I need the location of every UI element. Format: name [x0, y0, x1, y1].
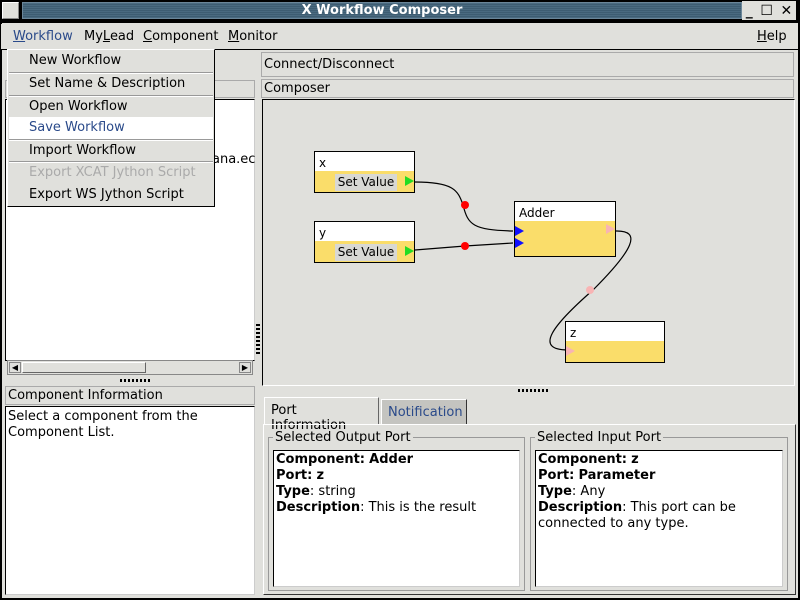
tab-port-information[interactable]: Port Information: [264, 397, 379, 433]
output-component-value: Adder: [369, 452, 414, 467]
output-port-value: z: [316, 468, 325, 483]
maximize-icon[interactable]: ☐: [760, 3, 773, 19]
tab-notification[interactable]: Notification: [381, 399, 467, 424]
menu-item-new-workflow[interactable]: New Workflow: [9, 50, 213, 72]
node-title: y: [315, 222, 414, 241]
output-port-legend: Selected Output Port: [273, 430, 413, 445]
close-icon[interactable]: ✕: [780, 3, 792, 19]
menu-bar: Workflow MyLead Component Monitor Help: [1, 24, 798, 50]
window-menu-button[interactable]: [2, 2, 19, 19]
vertical-split-grip[interactable]: [256, 324, 260, 356]
left-split-grip[interactable]: [120, 379, 152, 382]
window-controls: _ ☐ ✕: [742, 1, 796, 20]
menu-item-export-ws-jython[interactable]: Export WS Jython Script: [9, 184, 213, 206]
input-port-value: Parameter: [578, 468, 656, 483]
composer-canvas[interactable]: x Set Value y Set Value Adder z: [262, 99, 795, 386]
selected-output-port-group: Selected Output Port Component: Adder Po…: [268, 430, 525, 591]
window-title: X Workflow Composer: [301, 3, 463, 18]
port-information-panel: Selected Output Port Component: Adder Po…: [263, 424, 796, 595]
menu-item-save-workflow[interactable]: Save Workflow: [9, 117, 213, 139]
menu-item-export-xcat-jython: Export XCAT Jython Script: [29, 165, 196, 180]
node-adder[interactable]: Adder: [514, 201, 616, 257]
menu-item-import-workflow[interactable]: Import Workflow: [9, 140, 213, 162]
set-value-button[interactable]: Set Value: [335, 244, 397, 261]
input-type-value: : Any: [571, 484, 606, 499]
connect-disconnect-label: Connect/Disconnect: [264, 57, 395, 72]
output-type-value: : string: [309, 484, 356, 499]
input-port-icon[interactable]: [566, 346, 575, 356]
output-port-icon[interactable]: [606, 224, 615, 234]
component-info-text: Select a component from the Component Li…: [5, 406, 255, 595]
input-port-icon[interactable]: [515, 238, 524, 248]
connection-midpoint-handle[interactable]: [461, 201, 469, 209]
input-component-label: Component:: [538, 452, 627, 467]
set-value-button[interactable]: Set Value: [335, 174, 397, 191]
output-type-label: Type: [276, 484, 310, 499]
node-x[interactable]: x Set Value: [314, 151, 415, 193]
menu-help[interactable]: Help: [757, 29, 787, 44]
menu-component[interactable]: Component: [143, 29, 218, 44]
output-component-label: Component:: [276, 452, 365, 467]
node-y[interactable]: y Set Value: [314, 221, 415, 263]
output-port-icon[interactable]: [405, 246, 414, 256]
input-port-details: Component: z Port: Parameter Type: Any D…: [535, 450, 783, 587]
connect-disconnect-button[interactable]: Connect/Disconnect: [261, 52, 794, 77]
title-bar[interactable]: X Workflow Composer _ ☐ ✕: [0, 0, 800, 22]
output-desc-value: : This is the result: [360, 500, 477, 515]
selected-input-port-group: Selected Input Port Component: z Port: P…: [530, 430, 788, 591]
input-component-value: z: [631, 452, 639, 467]
scroll-left-icon[interactable]: ◀: [9, 362, 21, 373]
output-port-details: Component: Adder Port: z Type: string De…: [273, 450, 520, 587]
minimize-icon[interactable]: _: [746, 3, 753, 19]
input-type-label: Type: [538, 484, 572, 499]
node-title: Adder: [515, 202, 615, 221]
scrollbar-thumb[interactable]: [22, 362, 146, 373]
component-list-item-text[interactable]: ana.ec: [212, 152, 255, 167]
node-title: x: [315, 152, 414, 171]
composer-header: Composer: [261, 79, 794, 98]
menu-workflow-label: orkflow: [25, 29, 73, 44]
input-port-legend: Selected Input Port: [535, 430, 664, 445]
workflow-menu-dropdown: New Workflow Set Name & Description Open…: [7, 49, 215, 207]
scroll-right-icon[interactable]: ▶: [239, 362, 251, 373]
menu-item-set-name-description[interactable]: Set Name & Description: [9, 73, 213, 95]
menu-monitor[interactable]: Monitor: [228, 29, 277, 44]
menu-mylead[interactable]: MyLead: [84, 29, 134, 44]
node-title: z: [566, 322, 664, 341]
horizontal-split-grip[interactable]: [518, 389, 550, 392]
node-z[interactable]: z: [565, 321, 665, 363]
output-port-label: Port:: [276, 468, 313, 483]
connection-midpoint-handle[interactable]: [461, 242, 469, 250]
output-desc-label: Description: [276, 500, 361, 515]
horizontal-scrollbar[interactable]: ◀ ▶: [7, 360, 253, 375]
menu-item-open-workflow[interactable]: Open Workflow: [9, 96, 213, 118]
input-desc-label: Description: [538, 500, 623, 515]
connection-midpoint-handle[interactable]: [586, 286, 594, 294]
input-port-label: Port:: [538, 468, 575, 483]
output-port-icon[interactable]: [405, 176, 414, 186]
menu-workflow[interactable]: Workflow: [13, 29, 73, 44]
input-port-icon[interactable]: [515, 226, 524, 236]
component-info-header: Component Information: [5, 386, 255, 405]
